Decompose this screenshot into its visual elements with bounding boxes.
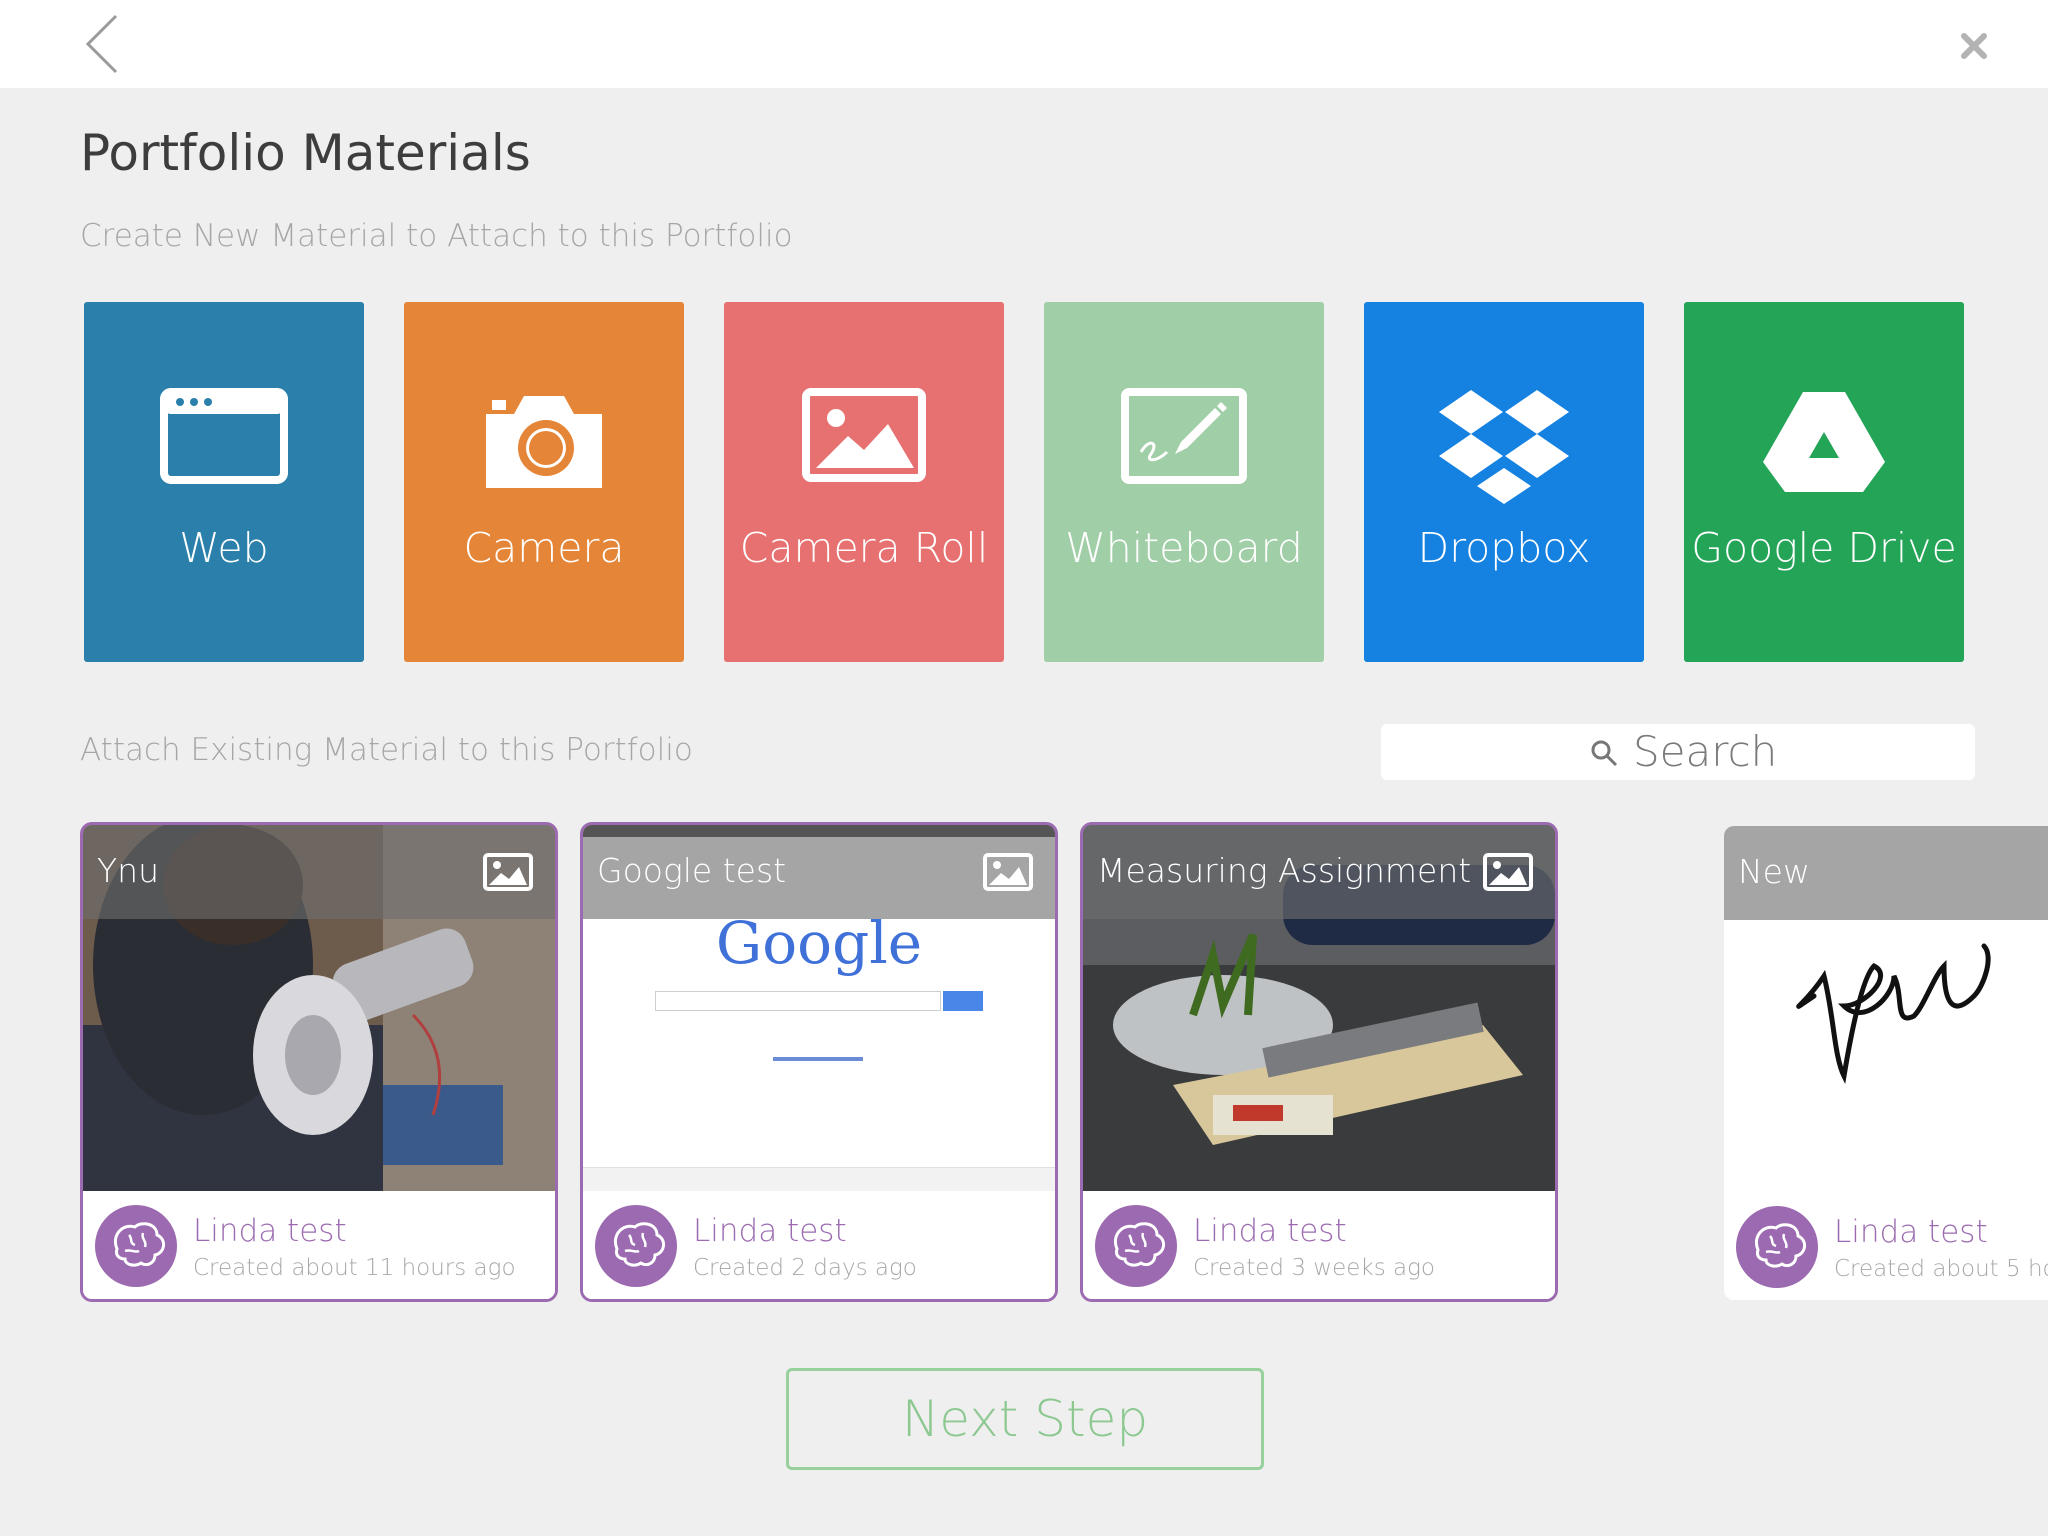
image-type-icon bbox=[483, 853, 533, 891]
search-icon bbox=[1589, 738, 1619, 768]
material-card-ynu[interactable]: Ynu Linda test Created about 11 hours ag… bbox=[80, 822, 558, 1302]
card-header: Google test bbox=[583, 825, 1055, 919]
next-step-button[interactable]: Next Step bbox=[786, 1368, 1264, 1470]
back-chevron-icon[interactable] bbox=[80, 12, 130, 76]
card-created: Created about 11 hours ago bbox=[193, 1255, 516, 1281]
existing-section-subtitle: Attach Existing Material to this Portfol… bbox=[80, 732, 693, 768]
card-author: Linda test bbox=[1834, 1214, 1988, 1250]
web-tile[interactable]: Web bbox=[84, 302, 364, 662]
page-title: Portfolio Materials bbox=[80, 124, 531, 182]
camera-tile[interactable]: Camera bbox=[404, 302, 684, 662]
brain-avatar-icon bbox=[1095, 1205, 1177, 1287]
card-created: Created 3 weeks ago bbox=[1193, 1255, 1435, 1281]
card-footer: Linda test Created about 11 hours ago bbox=[83, 1191, 555, 1299]
top-bar bbox=[0, 0, 2048, 88]
dropbox-icon bbox=[1364, 388, 1644, 504]
card-title: New bbox=[1738, 852, 1810, 891]
card-title: Google test bbox=[597, 851, 787, 890]
search-input[interactable]: Search bbox=[1381, 724, 1975, 780]
camera-tile-label: Camera bbox=[463, 524, 625, 572]
card-author: Linda test bbox=[693, 1213, 847, 1249]
google-drive-tile[interactable]: Google Drive bbox=[1684, 302, 1964, 662]
image-type-icon bbox=[1483, 853, 1533, 891]
brain-avatar-icon bbox=[595, 1205, 677, 1287]
dropbox-tile[interactable]: Dropbox bbox=[1364, 302, 1644, 662]
card-footer: Linda test Created 3 weeks ago bbox=[1083, 1191, 1555, 1299]
camera-icon bbox=[404, 388, 684, 498]
material-card-google-test[interactable]: Google Google test Linda test Created 2 … bbox=[580, 822, 1058, 1302]
card-created: Created 2 days ago bbox=[693, 1255, 917, 1281]
whiteboard-tile-label: Whiteboard bbox=[1065, 524, 1303, 572]
image-type-icon bbox=[983, 853, 1033, 891]
web-tile-label: Web bbox=[179, 524, 269, 572]
create-section-subtitle: Create New Material to Attach to this Po… bbox=[80, 218, 793, 254]
material-card-measuring-assignment[interactable]: Measuring Assignment Linda test Created … bbox=[1080, 822, 1558, 1302]
google-drive-tile-label: Google Drive bbox=[1691, 524, 1957, 572]
card-title: Ynu bbox=[97, 851, 159, 890]
search-placeholder: Search bbox=[1633, 727, 1778, 776]
brain-avatar-icon bbox=[1736, 1206, 1818, 1288]
material-card-new[interactable]: New Linda test Created about 5 hours ago bbox=[1724, 826, 2048, 1300]
card-created: Created about 5 hours ago bbox=[1834, 1256, 2048, 1282]
camera-roll-tile-label: Camera Roll bbox=[739, 524, 989, 572]
card-author: Linda test bbox=[1193, 1213, 1347, 1249]
card-header: New bbox=[1724, 826, 2048, 920]
card-title: Measuring Assignment bbox=[1097, 851, 1472, 890]
card-header: Measuring Assignment bbox=[1083, 825, 1555, 919]
close-icon[interactable] bbox=[1956, 28, 1992, 64]
card-footer: Linda test Created 2 days ago bbox=[583, 1191, 1055, 1299]
dropbox-tile-label: Dropbox bbox=[1417, 524, 1591, 572]
google-drive-icon bbox=[1684, 388, 1964, 498]
whiteboard-pen-icon bbox=[1044, 388, 1324, 498]
google-logo: Google bbox=[715, 909, 923, 977]
card-header: Ynu bbox=[83, 825, 555, 919]
card-author: Linda test bbox=[193, 1213, 347, 1249]
image-icon bbox=[724, 388, 1004, 498]
whiteboard-tile[interactable]: Whiteboard bbox=[1044, 302, 1324, 662]
card-footer: Linda test Created about 5 hours ago bbox=[1724, 1192, 2048, 1300]
camera-roll-tile[interactable]: Camera Roll bbox=[724, 302, 1004, 662]
brain-avatar-icon bbox=[95, 1205, 177, 1287]
browser-window-icon bbox=[84, 388, 364, 498]
